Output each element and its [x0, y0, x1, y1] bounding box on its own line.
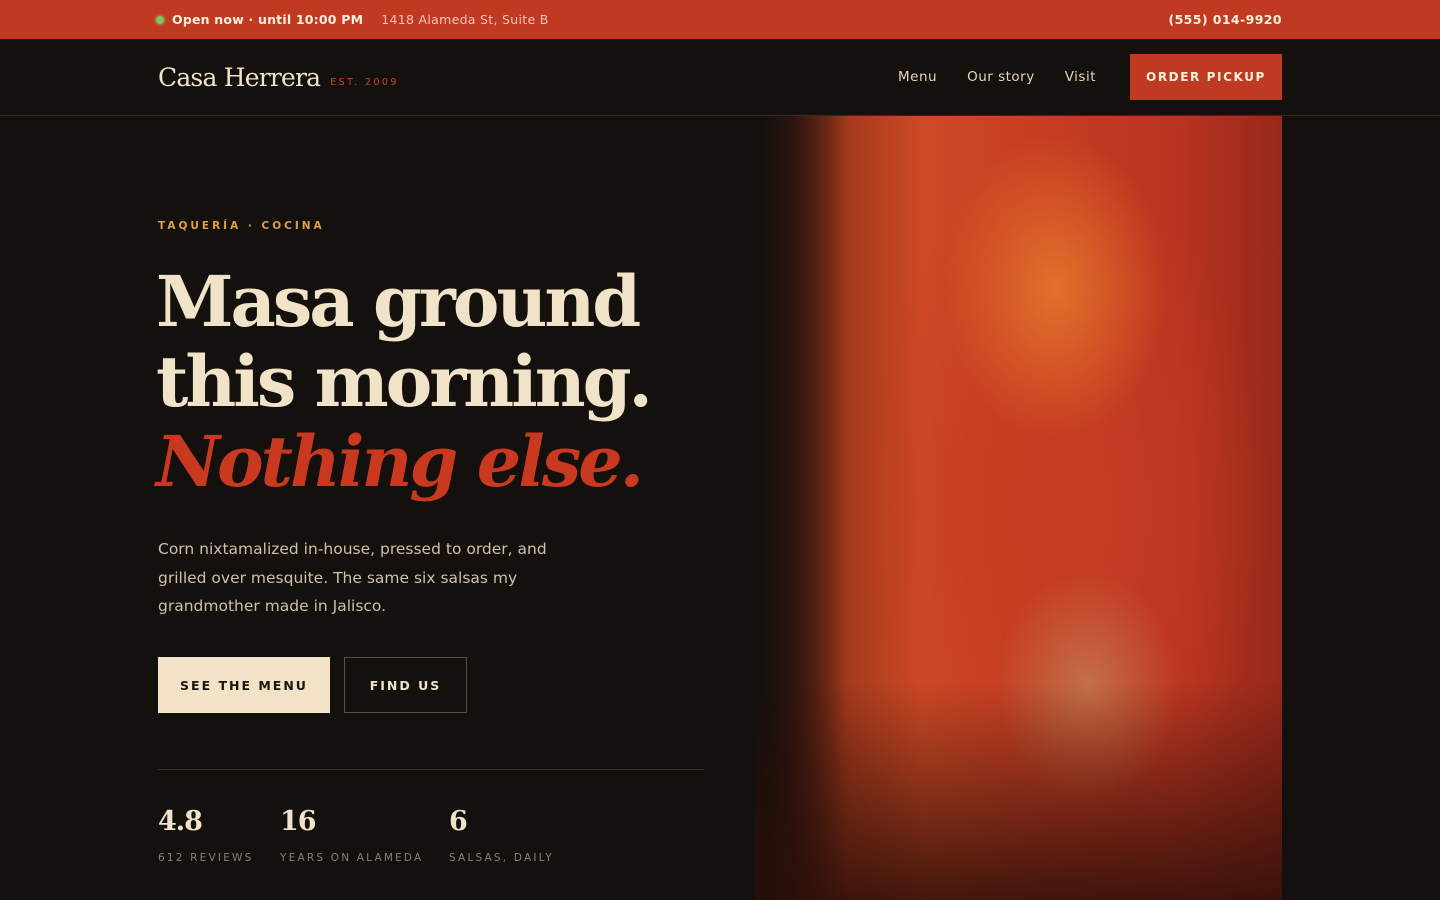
established-tag: EST. 2009 — [330, 76, 399, 88]
stat-value: 4.8 — [158, 806, 203, 837]
see-menu-button[interactable]: SEE THE MENU — [158, 657, 330, 713]
stat-value: 16 — [280, 806, 317, 837]
open-status-dot-icon — [156, 15, 164, 24]
top-info-bar: Open now · until 10:00 PM 1418 Alameda S… — [0, 0, 1440, 39]
stat-label: YEARS ON ALAMEDA — [280, 852, 424, 864]
hero-eyebrow: TAQUERÍA · COCINA — [158, 220, 325, 232]
phone-link[interactable]: (555) 014-9920 — [1168, 12, 1282, 27]
stat-salsas: 6 SALSAS, DAILY — [449, 806, 554, 864]
order-pickup-button[interactable]: ORDER PICKUP — [1130, 54, 1282, 100]
stat-label: 612 REVIEWS — [158, 852, 254, 864]
headline-line-1: Masa ground — [156, 260, 641, 343]
headline-accent-line: Nothing else. — [156, 420, 644, 503]
nav-links: Menu Our story Visit ORDER PICKUP — [868, 54, 1282, 100]
address-text: 1418 Alameda St, Suite B — [381, 12, 549, 27]
nav-link-menu[interactable]: Menu — [898, 69, 937, 85]
brand-logo[interactable]: Casa Herrera — [158, 63, 321, 92]
headline-line-2: this morning. — [156, 340, 653, 423]
open-status-text: Open now · until 10:00 PM — [172, 12, 364, 27]
nav-link-visit[interactable]: Visit — [1065, 69, 1096, 85]
stat-reviews: 4.8 612 REVIEWS — [158, 806, 253, 864]
stats-divider — [158, 769, 704, 770]
hero-image — [755, 116, 1282, 900]
stat-value: 6 — [449, 806, 468, 837]
hero-description: Corn nixtamalized in-house, pressed to o… — [158, 540, 547, 615]
nav-link-our-story[interactable]: Our story — [967, 69, 1035, 85]
main-nav: Casa Herrera EST. 2009 Menu Our story Vi… — [0, 39, 1440, 116]
stat-label: SALSAS, DAILY — [449, 852, 554, 864]
stat-years: 16 YEARS ON ALAMEDA — [280, 806, 423, 864]
find-us-button[interactable]: FIND US — [344, 657, 467, 713]
hero-headline: Masa ground this morning. Nothing else. — [156, 260, 653, 503]
